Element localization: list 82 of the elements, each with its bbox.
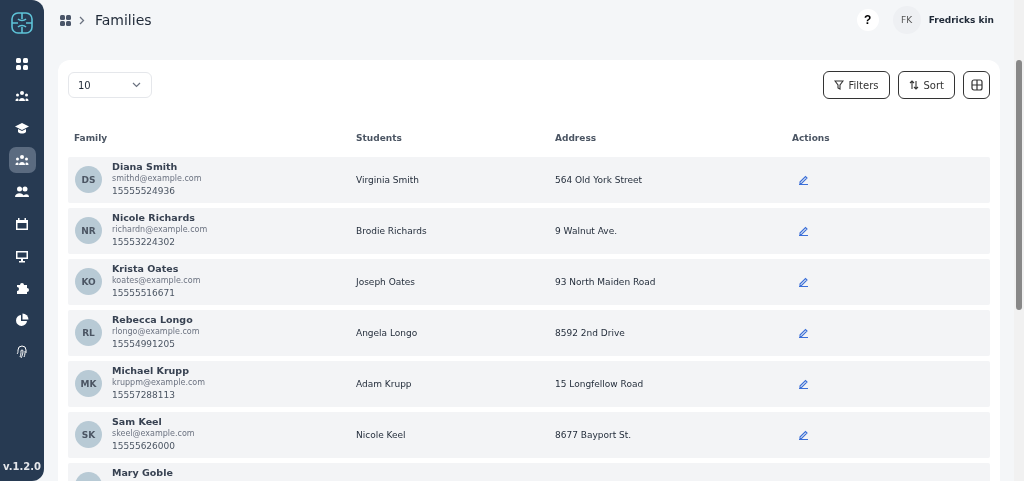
family-email: skeel@example.com	[112, 428, 195, 440]
chevron-down-icon	[132, 82, 141, 88]
avatar: SK	[75, 421, 102, 448]
family-email: richardn@example.com	[112, 224, 208, 236]
family-phone: 15555524936	[112, 185, 176, 197]
page-size-select[interactable]: 10	[68, 72, 152, 98]
sort-button[interactable]: Sort	[897, 71, 955, 99]
graduation-icon	[15, 121, 29, 135]
address-text: 564 Old York Street	[555, 175, 643, 185]
table-row[interactable]: RL Rebecca Longo rlongo@example.com 15554991205 Angela Longo 8592 2nd Drive	[68, 310, 990, 356]
dashboard-icon	[15, 57, 29, 71]
family-name: Diana Smith	[112, 161, 179, 173]
calendar-icon	[15, 217, 29, 231]
filter-icon	[833, 80, 844, 90]
edit-icon[interactable]	[798, 326, 809, 338]
page-title: Families	[95, 12, 152, 28]
column-header: Address	[555, 133, 598, 143]
family-email: smithd@example.com	[112, 173, 202, 185]
grid-icon	[60, 14, 71, 26]
edit-icon[interactable]	[798, 224, 809, 236]
avatar: RL	[75, 319, 102, 346]
scrollbar[interactable]	[1014, 0, 1024, 481]
student-name: Nicole Keel	[356, 430, 406, 440]
family-name: Krista Oates	[112, 263, 180, 275]
family-phone: 15553224302	[112, 236, 176, 248]
column-header: Actions	[792, 133, 831, 143]
family-name: Mary Goble	[112, 467, 173, 479]
avatar: DS	[75, 166, 102, 193]
help-button[interactable]: ?	[856, 9, 879, 31]
family-name: Michael Krupp	[112, 365, 190, 377]
student-name: Angela Longo	[356, 328, 418, 338]
chevron-right-icon	[79, 15, 85, 25]
address-text: 8592 2nd Drive	[555, 328, 625, 338]
family-name: Sam Keel	[112, 416, 163, 428]
family-name: Nicole Richards	[112, 212, 196, 224]
column-header: Family	[74, 133, 109, 143]
avatar: NR	[75, 217, 102, 244]
family-email: koates@example.com	[112, 275, 201, 287]
family-phone: 15557288113	[112, 389, 176, 401]
table-row[interactable]: NR Nicole Richards richardn@example.com 15553224302 Brodie Richards 9 Walnut Ave.	[68, 208, 990, 254]
student-name: Brodie Richards	[356, 226, 427, 236]
edit-icon[interactable]	[798, 275, 809, 287]
table-icon	[970, 79, 983, 91]
group-icon	[15, 89, 29, 103]
family-email: kruppm@example.com	[112, 377, 205, 389]
address-text: 8677 Bayport St.	[555, 430, 632, 440]
edit-icon[interactable]	[798, 428, 809, 440]
puzzle-icon	[15, 281, 29, 295]
avatar: MK	[75, 370, 102, 397]
nav-item[interactable]	[8, 147, 36, 173]
address-text: 9 Walnut Ave.	[555, 226, 618, 236]
address-text: 15 Longfellow Road	[555, 379, 644, 389]
address-text: 93 North Maiden Road	[555, 277, 656, 287]
family-phone: 15554991205	[112, 338, 176, 350]
family-phone: 15555516671	[112, 287, 176, 299]
layout-button[interactable]	[963, 71, 990, 99]
family-email: rlongo@example.com	[112, 326, 200, 338]
table-row[interactable]: DS Diana Smith smithd@example.com 15555524936 Virginia Smith 564 Old York Street	[68, 157, 990, 203]
family-name: Rebecca Longo	[112, 314, 194, 326]
fingerprint-icon	[15, 345, 29, 359]
version-label: v.1.2.0	[3, 461, 41, 472]
column-header: Students	[356, 133, 403, 143]
sort-icon	[908, 80, 919, 90]
edit-icon[interactable]	[798, 377, 809, 389]
student-name: Joseph Oates	[356, 277, 416, 287]
logo-icon	[11, 12, 33, 34]
monitor-icon	[15, 249, 29, 263]
user-avatar[interactable]: FK	[892, 6, 921, 34]
table-row[interactable]: MK Michael Krupp kruppm@example.com 15557288113 Adam Krupp 15 Longfellow Road	[68, 361, 990, 407]
student-name: Virginia Smith	[356, 175, 419, 185]
users-icon	[15, 185, 29, 199]
pie-icon	[15, 313, 29, 327]
user-name[interactable]: Fredricks kin	[928, 15, 994, 25]
student-name: Adam Krupp	[356, 379, 412, 389]
avatar: KO	[75, 268, 102, 295]
table-row[interactable]: KO Krista Oates koates@example.com 15555516671 Joseph Oates 93 North Maiden Road	[68, 259, 990, 305]
edit-icon[interactable]	[798, 173, 809, 185]
table-row[interactable]: Mary Goble	[68, 463, 990, 481]
families-icon	[15, 153, 29, 167]
table-row[interactable]: SK Sam Keel skeel@example.com 15555626000 Nicole Keel 8677 Bayport St.	[68, 412, 990, 458]
filters-button[interactable]: Filters	[822, 71, 890, 99]
family-phone: 15555626000	[112, 440, 176, 452]
